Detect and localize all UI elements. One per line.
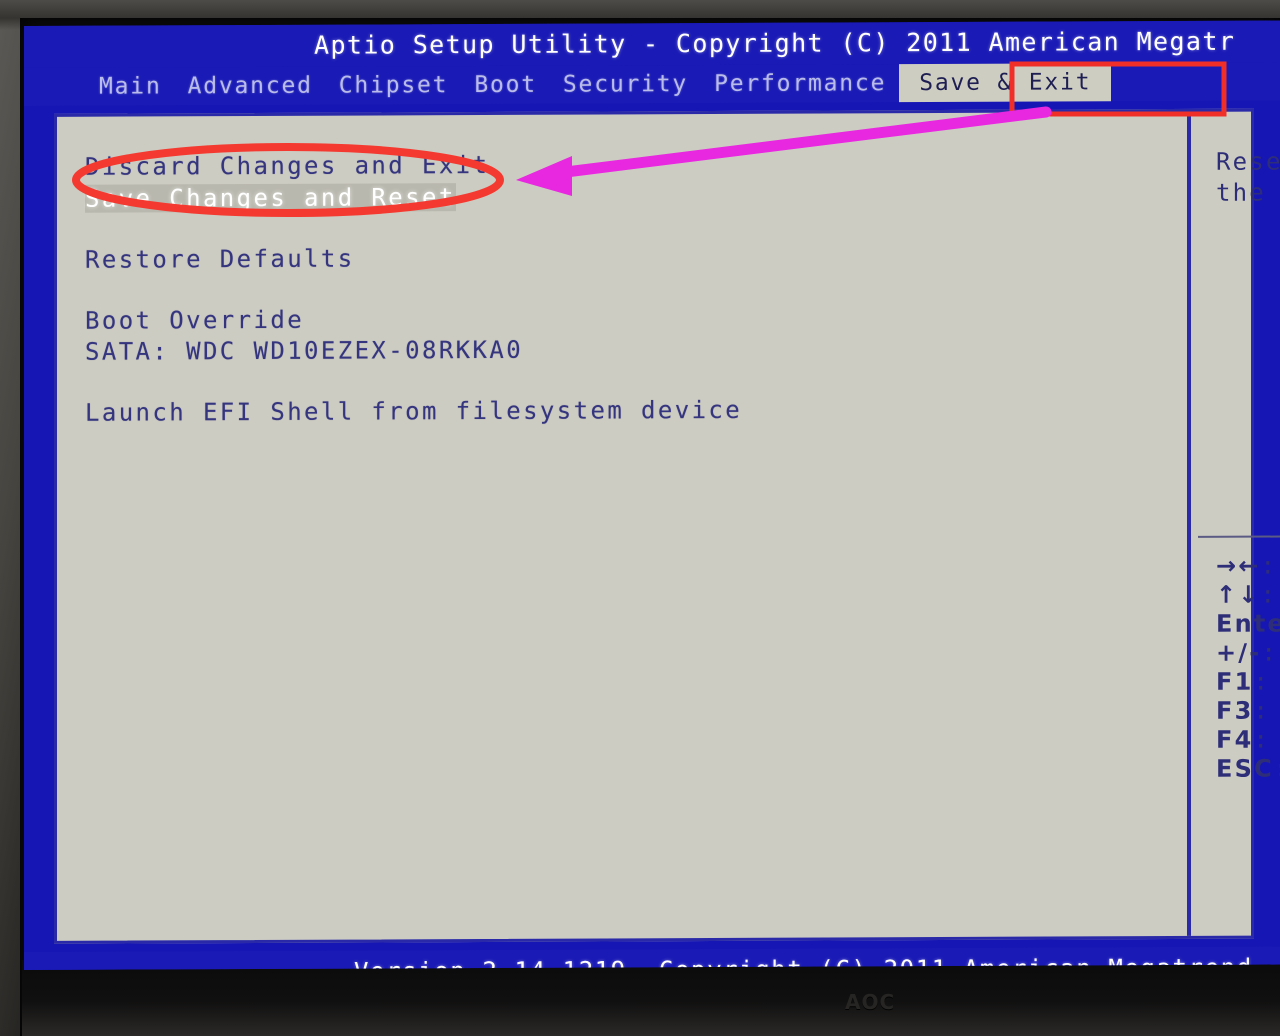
help-key-glyph: →← (1216, 551, 1261, 580)
monitor-photo: AOC Aptio Setup Utility - Copyright (C) … (0, 0, 1280, 1036)
help-key-text: : Sav (1253, 725, 1280, 754)
setup-option-selected[interactable]: Save Changes and Reset (85, 183, 456, 213)
help-key-text: : Gen (1253, 667, 1280, 696)
monitor-bezel-bottom (22, 960, 1280, 1036)
setup-option[interactable]: SATA: WDC WD10EZEX-08RKKA0 (85, 336, 523, 366)
help-key-text: : Ex (1273, 754, 1280, 783)
tab-boot[interactable]: Boot (461, 66, 550, 104)
help-key-text: : Se (1260, 580, 1280, 609)
help-key-glyph: F1 (1216, 667, 1254, 696)
page-title: Aptio Setup Utility - Copyright (C) 2011… (24, 20, 1280, 69)
tab-advanced[interactable]: Advanced (175, 67, 326, 106)
help-key-glyph: ↑↓ (1216, 580, 1261, 609)
help-description-line: Reset t (1216, 147, 1280, 176)
help-key-legend-row: ↑↓: Se (1216, 580, 1280, 608)
setup-option[interactable]: Restore Defaults (85, 245, 355, 274)
help-key-legend-row: +/-: Ch (1216, 638, 1280, 666)
help-panel: Reset tthe cha→←: Se↑↓: SeEnter:+/-: ChF… (1198, 111, 1280, 936)
bios-screen: Aptio Setup Utility - Copyright (C) 2011… (24, 20, 1280, 970)
setup-option[interactable]: Discard Changes and Exit (85, 151, 489, 181)
tab-save-exit[interactable]: Save & Exit (899, 63, 1112, 103)
help-key-legend-row: F1: Gen (1216, 667, 1280, 696)
help-key-glyph: Enter (1216, 609, 1280, 638)
help-key-text: : Se (1260, 551, 1280, 580)
help-key-glyph: F3 (1216, 696, 1254, 725)
help-key-text: : Ch (1261, 638, 1280, 667)
help-description-line: the cha (1216, 178, 1280, 207)
setup-options-list: Discard Changes and Exit Save Changes and… (57, 112, 1187, 941)
menu-bar: Main Advanced Chipset Boot Security Performan… (24, 62, 1280, 106)
help-key-glyph: +/- (1216, 638, 1262, 667)
setup-option[interactable]: Boot Override (85, 306, 304, 335)
bios-panel: Discard Changes and Exit Save Changes and… (54, 108, 1280, 944)
help-key-glyph: ESC (1216, 754, 1274, 783)
help-key-text: : Opt (1253, 696, 1280, 725)
tab-main[interactable]: Main (86, 67, 175, 105)
help-key-legend-row: →←: Se (1216, 551, 1280, 579)
help-key-glyph: F4 (1216, 725, 1254, 754)
help-panel-divider (1187, 111, 1191, 936)
help-key-legend-row: F4: Sav (1216, 725, 1280, 754)
help-panel-separator (1198, 535, 1280, 538)
setup-option[interactable]: Launch EFI Shell from filesystem device (85, 396, 742, 427)
tab-performance[interactable]: Performance (701, 64, 899, 103)
tab-security[interactable]: Security (550, 65, 701, 104)
tab-chipset[interactable]: Chipset (326, 66, 462, 105)
monitor-brand-logo: AOC (845, 990, 896, 1014)
help-key-legend-row: F3: Opt (1216, 696, 1280, 725)
help-key-legend-row: ESC: Ex (1216, 754, 1280, 783)
help-key-legend-row: Enter: (1216, 609, 1280, 637)
